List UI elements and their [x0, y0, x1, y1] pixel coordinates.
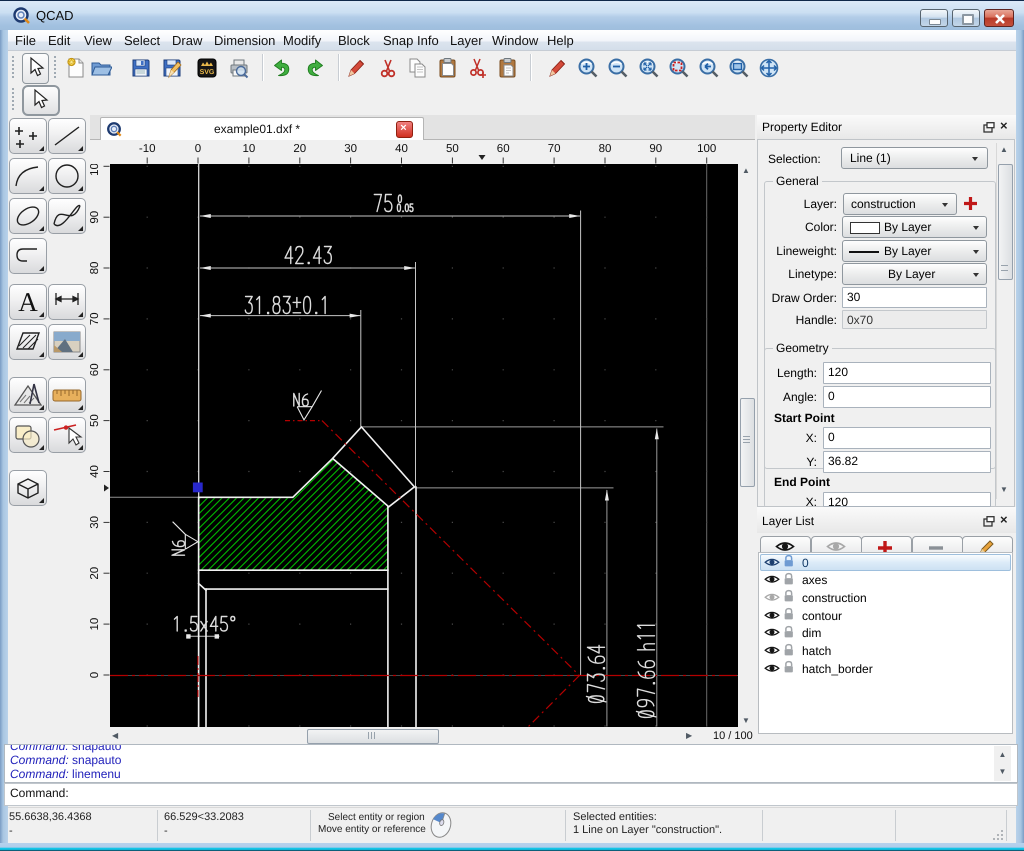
svg-text:0: 0	[195, 143, 201, 155]
svg-text:30: 30	[90, 516, 101, 529]
svg-text:100: 100	[697, 143, 716, 155]
svg-text:20: 20	[90, 567, 101, 580]
svg-text:10: 10	[90, 618, 101, 631]
svg-text:0: 0	[90, 672, 101, 678]
svg-text:40: 40	[395, 143, 408, 155]
svg-text:90: 90	[649, 143, 662, 155]
svg-text:60: 60	[497, 143, 510, 155]
svg-text:80: 80	[599, 143, 612, 155]
svg-text:100: 100	[90, 164, 101, 176]
svg-text:10: 10	[243, 143, 256, 155]
svg-text:70: 70	[90, 313, 101, 326]
svg-text:SVG: SVG	[200, 69, 215, 76]
svg-text:30: 30	[344, 143, 357, 155]
svg-text:60: 60	[90, 363, 101, 376]
svg-text:40: 40	[90, 465, 101, 478]
svg-text:20: 20	[293, 143, 306, 155]
svg-text:70: 70	[548, 143, 561, 155]
svg-text:90: 90	[90, 211, 101, 224]
svg-text:A: A	[18, 287, 38, 317]
svg-text:80: 80	[90, 262, 101, 275]
svg-text:50: 50	[446, 143, 459, 155]
svg-text:50: 50	[90, 414, 101, 427]
svg-text:-10: -10	[139, 143, 156, 155]
